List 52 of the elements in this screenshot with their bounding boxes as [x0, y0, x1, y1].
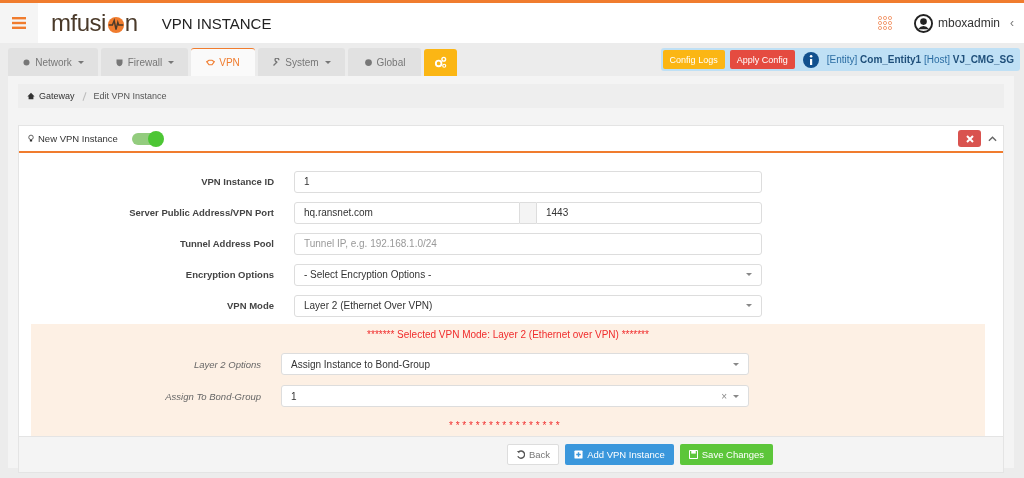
address-input[interactable]: hq.ransnet.com [294, 201, 520, 224]
user-name[interactable]: mboxadmin [937, 16, 1000, 30]
field-label: Layer 2 Options [192, 358, 261, 370]
close-icon [965, 134, 974, 143]
lightbulb-icon [28, 134, 34, 143]
field-label: VPN Mode [226, 300, 274, 311]
select-field[interactable]: - Select Encryption Options - [294, 263, 762, 286]
close-button[interactable] [958, 130, 981, 147]
input-addon [520, 201, 536, 224]
select-field[interactable]: 1 × [281, 385, 749, 407]
separator-stars: * * * * * * * * * * * * * * * * * [448, 420, 561, 432]
settings-button[interactable] [424, 49, 457, 76]
add-button[interactable]: Add VPN Instance [565, 444, 674, 465]
shield-icon [114, 57, 124, 67]
nav-tab[interactable]: Network [8, 48, 98, 76]
page-title: VPN INSTANCE [161, 14, 272, 32]
logo: mfusi n [51, 9, 138, 37]
menu-icon[interactable] [12, 17, 26, 29]
field-label: Server Public Address/VPN Port [128, 207, 274, 218]
undo-icon [516, 450, 525, 459]
input-field[interactable]: 1 [294, 170, 762, 193]
globe-icon [363, 57, 373, 67]
home-icon [27, 92, 35, 100]
gears-icon [434, 56, 447, 69]
wrench-icon [272, 57, 282, 67]
apps-grid-icon[interactable] [877, 16, 892, 30]
nav-tab[interactable]: Firewall [101, 48, 188, 76]
back-button[interactable]: Back [507, 444, 560, 465]
chevron-up-icon[interactable] [988, 135, 997, 142]
nav-tab[interactable]: Global [348, 48, 421, 76]
field-label: Encryption Options [184, 269, 274, 280]
select-field[interactable]: Layer 2 (Ethernet Over VPN) [294, 294, 762, 317]
field-label: Tunnel Address Pool [179, 238, 274, 249]
select-field[interactable]: Assign Instance to Bond-Group [281, 353, 749, 375]
input-field[interactable]: Tunnel IP, e.g. 192.168.1.0/24 [294, 232, 762, 255]
toggle-switch[interactable] [131, 132, 162, 145]
nav-tab[interactable]: System [258, 48, 345, 76]
info-icon [802, 51, 819, 68]
save-icon [688, 450, 698, 459]
field-label: Assign To Bond-Group [164, 390, 261, 402]
plus-square-icon [574, 450, 584, 459]
port-input[interactable]: 1443 [536, 201, 762, 224]
field-label: VPN Instance ID [200, 176, 274, 187]
collapse-toggle[interactable]: ‹ [1010, 16, 1014, 30]
mode-heading: ******* Selected VPN Mode: Layer 2 (Ethernet over VPN) ******* [366, 328, 650, 342]
nav-tab[interactable]: VPN [191, 48, 255, 76]
entity-host-text: [Entity] Com_Entity1 [Host] VJ_CMG_SG [826, 54, 1014, 65]
user-avatar-icon[interactable] [913, 13, 933, 33]
panel-title: New VPN Instance [38, 133, 118, 144]
breadcrumb-current: Edit VPN Instance [93, 91, 167, 101]
apply-config-button[interactable]: Apply Config [729, 50, 795, 69]
breadcrumb-link[interactable]: Gateway [39, 91, 75, 101]
